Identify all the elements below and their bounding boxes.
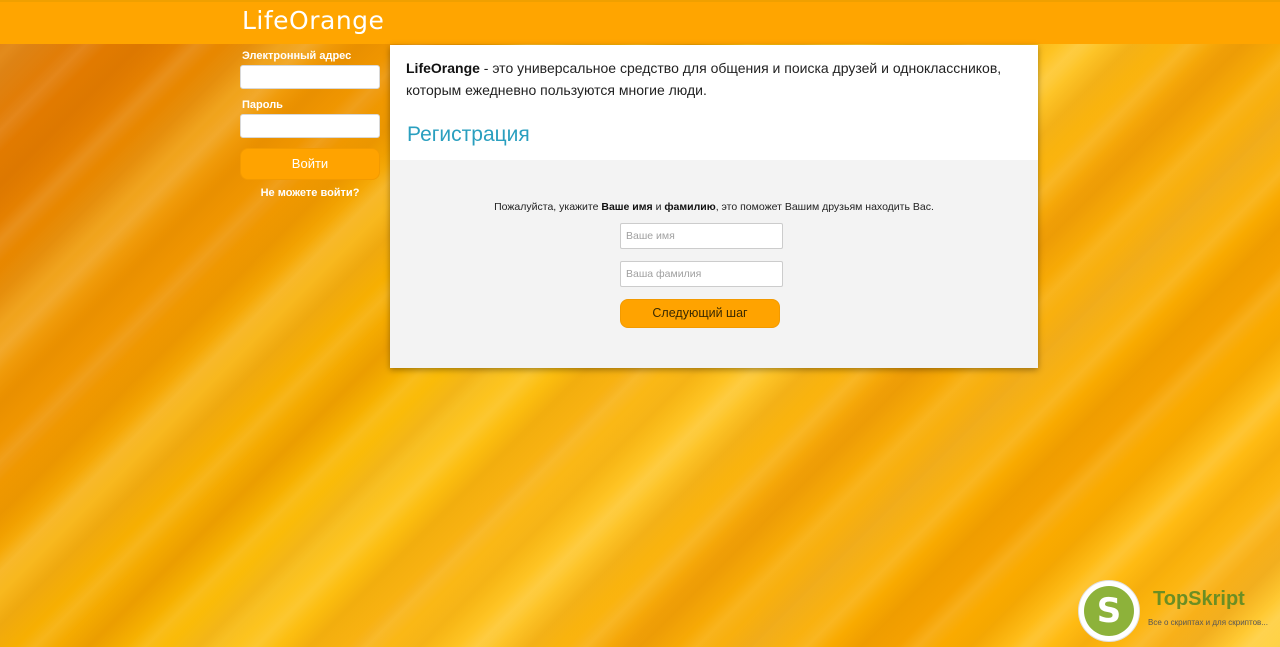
password-label: Пароль	[242, 99, 283, 111]
watermark-tagline: Все о скриптах и для скриптов...	[1148, 618, 1268, 627]
prompt-and: и	[652, 201, 665, 213]
site-logo[interactable]: LifeOrange	[242, 6, 384, 35]
registration-prompt: Пожалуйста, укажите Ваше имя и фамилию, …	[390, 201, 1038, 213]
last-name-input[interactable]	[620, 261, 783, 287]
registration-title: Регистрация	[407, 123, 530, 146]
intro-text: LifeOrange - это универсальное средство …	[406, 57, 1006, 101]
prompt-before: Пожалуйста, укажите	[494, 201, 602, 213]
main-panel: LifeOrange - это универсальное средство …	[390, 45, 1038, 368]
intro-brand: LifeOrange	[406, 60, 480, 76]
registration-form: Пожалуйста, укажите Ваше имя и фамилию, …	[390, 160, 1038, 368]
prompt-surname: фамилию	[664, 201, 716, 213]
prompt-name: Ваше имя	[601, 201, 653, 213]
watermark-logo-icon: S	[1078, 580, 1140, 642]
top-bar: LifeOrange	[0, 0, 1280, 44]
password-input[interactable]	[240, 114, 380, 138]
intro-description: - это универсальное средство для общения…	[406, 60, 1002, 98]
watermark-letter: S	[1084, 586, 1134, 636]
topskript-watermark: S TopSkript Все о скриптах и для скрипто…	[1078, 580, 1278, 642]
next-step-button[interactable]: Следующий шаг	[620, 299, 780, 328]
prompt-after: , это поможет Вашим друзьям находить Вас…	[715, 201, 934, 213]
login-button[interactable]: Войти	[240, 148, 380, 180]
watermark-name: TopSkript	[1153, 588, 1245, 610]
first-name-input[interactable]	[620, 223, 783, 249]
login-form: Электронный адрес Пароль Войти Не можете…	[240, 50, 380, 199]
forgot-login-link[interactable]: Не можете войти?	[240, 187, 380, 199]
email-label: Электронный адрес	[242, 50, 352, 62]
email-input[interactable]	[240, 65, 380, 89]
